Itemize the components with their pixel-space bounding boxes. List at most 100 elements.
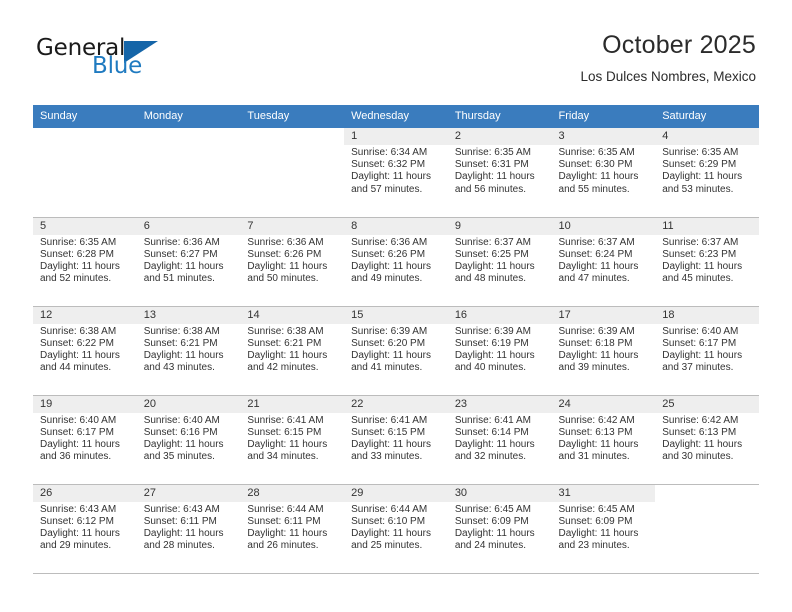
general-blue-logo[interactable]: General Blue <box>36 36 226 84</box>
calendar-day-cell[interactable]: 21 Sunrise: 6:41 AM Sunset: 6:15 PM Dayligh… <box>240 395 345 485</box>
daylight-text-line2: and 36 minutes. <box>40 451 112 463</box>
logo-text-blue: Blue <box>92 53 143 79</box>
calendar-day-cell[interactable]: 9 Sunrise: 6:37 AM Sunset: 6:25 PM Daylight… <box>447 217 552 307</box>
sunset-text: Sunset: 6:13 PM <box>662 426 737 438</box>
sunset-text: Sunset: 6:32 PM <box>351 159 426 171</box>
calendar-day-cell[interactable]: 1 Sunrise: 6:34 AM Sunset: 6:32 PM Daylight… <box>344 128 448 218</box>
day-number: 17 <box>551 306 656 324</box>
calendar-day-cell[interactable]: 18 Sunrise: 6:40 AM Sunset: 6:17 PM Dayligh… <box>655 306 759 396</box>
daylight-text-line1: Daylight: 11 hours <box>454 171 535 183</box>
day-details: Sunrise: 6:35 AM Sunset: 6:31 PM Daylight:… <box>448 145 552 196</box>
daylight-text-line1: Daylight: 11 hours <box>247 260 328 272</box>
calendar-day-cell[interactable]: 26 Sunrise: 6:43 AM Sunset: 6:12 PM Dayligh… <box>33 484 137 574</box>
daylight-text-line1: Daylight: 11 hours <box>662 349 743 361</box>
page-header: General Blue October 2025 Los Dulces Nom… <box>0 0 792 100</box>
weekday-header-friday: Friday <box>551 105 656 128</box>
day-number: 12 <box>33 306 137 324</box>
calendar-day-cell[interactable]: 12 Sunrise: 6:38 AM Sunset: 6:22 PM Dayligh… <box>33 306 137 396</box>
day-cell-inner: 29 Sunrise: 6:44 AM Sunset: 6:10 PM Dayligh… <box>344 484 448 573</box>
day-number: 13 <box>136 306 241 324</box>
sunrise-text: Sunrise: 6:37 AM <box>454 236 531 248</box>
sunrise-text: Sunrise: 6:35 AM <box>558 147 635 158</box>
sunrise-text: Sunrise: 6:41 AM <box>351 414 428 426</box>
calendar-day-cell[interactable]: 8 Sunrise: 6:36 AM Sunset: 6:26 PM Daylight… <box>344 217 448 307</box>
day-cell-inner: 14 Sunrise: 6:38 AM Sunset: 6:21 PM Dayligh… <box>240 306 345 395</box>
calendar-day-cell-empty <box>33 128 137 218</box>
day-number: 15 <box>344 306 448 324</box>
calendar-day-cell[interactable]: 6 Sunrise: 6:36 AM Sunset: 6:27 PM Daylight… <box>136 217 241 307</box>
sunset-text: Sunset: 6:23 PM <box>662 248 737 260</box>
calendar-day-cell[interactable]: 30 Sunrise: 6:45 AM Sunset: 6:09 PM Dayligh… <box>447 484 552 574</box>
calendar-grid: Sunday Monday Tuesday Wednesday Thursday… <box>33 105 759 574</box>
sunrise-text: Sunrise: 6:40 AM <box>143 414 220 426</box>
weekday-header-wednesday: Wednesday <box>344 105 448 128</box>
calendar-day-cell[interactable]: 17 Sunrise: 6:39 AM Sunset: 6:18 PM Dayligh… <box>551 306 656 396</box>
day-details: Sunrise: 6:34 AM Sunset: 6:32 PM Daylight:… <box>344 145 448 196</box>
calendar-day-cell[interactable]: 16 Sunrise: 6:39 AM Sunset: 6:19 PM Dayligh… <box>447 306 552 396</box>
day-number: 18 <box>655 306 759 324</box>
calendar-day-cell[interactable]: 2 Sunrise: 6:35 AM Sunset: 6:31 PM Daylight… <box>447 128 552 218</box>
daylight-text-line1: Daylight: 11 hours <box>454 260 535 272</box>
day-details: Sunrise: 6:37 AM Sunset: 6:25 PM Daylight:… <box>448 235 552 286</box>
calendar-day-cell[interactable]: 24 Sunrise: 6:42 AM Sunset: 6:13 PM Dayligh… <box>551 395 656 485</box>
day-cell-inner: 13 Sunrise: 6:38 AM Sunset: 6:21 PM Dayligh… <box>136 306 241 395</box>
calendar-day-cell[interactable]: 15 Sunrise: 6:39 AM Sunset: 6:20 PM Dayligh… <box>344 306 448 396</box>
day-details: Sunrise: 6:39 AM Sunset: 6:18 PM Daylight:… <box>552 324 656 375</box>
day-number: 11 <box>655 217 759 235</box>
day-details: Sunrise: 6:41 AM Sunset: 6:15 PM Daylight:… <box>344 413 448 464</box>
day-cell-inner: 16 Sunrise: 6:39 AM Sunset: 6:19 PM Dayligh… <box>447 306 552 395</box>
day-cell-inner: 2 Sunrise: 6:35 AM Sunset: 6:31 PM Daylight… <box>447 128 552 217</box>
calendar-day-cell[interactable]: 3 Sunrise: 6:35 AM Sunset: 6:30 PM Daylight… <box>551 128 656 218</box>
sunset-text: Sunset: 6:21 PM <box>143 337 218 349</box>
calendar-day-cell[interactable]: 14 Sunrise: 6:38 AM Sunset: 6:21 PM Dayligh… <box>240 306 345 396</box>
sunrise-text: Sunrise: 6:39 AM <box>351 325 428 337</box>
sunset-text: Sunset: 6:19 PM <box>454 337 529 349</box>
sunset-text: Sunset: 6:17 PM <box>40 426 114 438</box>
day-number: 19 <box>33 395 137 413</box>
calendar-day-cell[interactable]: 20 Sunrise: 6:40 AM Sunset: 6:16 PM Dayligh… <box>136 395 241 485</box>
calendar-day-cell[interactable]: 4 Sunrise: 6:35 AM Sunset: 6:29 PM Daylight… <box>655 128 759 218</box>
calendar-day-cell[interactable]: 13 Sunrise: 6:38 AM Sunset: 6:21 PM Dayligh… <box>136 306 241 396</box>
calendar-day-cell[interactable]: 7 Sunrise: 6:36 AM Sunset: 6:26 PM Daylight… <box>240 217 345 307</box>
calendar-day-cell[interactable]: 29 Sunrise: 6:44 AM Sunset: 6:10 PM Dayligh… <box>344 484 448 574</box>
calendar-day-cell[interactable]: 10 Sunrise: 6:37 AM Sunset: 6:24 PM Dayligh… <box>551 217 656 307</box>
calendar-day-cell[interactable]: 31 Sunrise: 6:45 AM Sunset: 6:09 PM Dayligh… <box>551 484 656 574</box>
day-number: 22 <box>344 395 448 413</box>
calendar-day-cell[interactable]: 23 Sunrise: 6:41 AM Sunset: 6:14 PM Dayligh… <box>447 395 552 485</box>
day-number: 7 <box>240 217 345 235</box>
calendar-week-row: 19 Sunrise: 6:40 AM Sunset: 6:17 PM Dayligh… <box>33 395 759 485</box>
weekday-header-thursday: Thursday <box>447 105 552 128</box>
day-details: Sunrise: 6:41 AM Sunset: 6:14 PM Daylight:… <box>448 413 552 464</box>
sunrise-text: Sunrise: 6:35 AM <box>40 236 117 248</box>
day-cell-inner: 24 Sunrise: 6:42 AM Sunset: 6:13 PM Dayligh… <box>551 395 656 484</box>
day-details: Sunrise: 6:38 AM Sunset: 6:22 PM Daylight:… <box>33 324 137 375</box>
sunset-text: Sunset: 6:28 PM <box>40 248 114 260</box>
day-cell-inner: 15 Sunrise: 6:39 AM Sunset: 6:20 PM Dayligh… <box>344 306 448 395</box>
calendar-day-cell[interactable]: 11 Sunrise: 6:37 AM Sunset: 6:23 PM Dayligh… <box>655 217 759 307</box>
sunset-text: Sunset: 6:26 PM <box>247 248 322 260</box>
sunrise-text: Sunrise: 6:36 AM <box>351 236 428 248</box>
sunrise-text: Sunrise: 6:40 AM <box>40 414 117 426</box>
daylight-text-line1: Daylight: 11 hours <box>247 438 328 450</box>
calendar-day-cell-empty <box>240 128 345 218</box>
sunrise-text: Sunrise: 6:45 AM <box>454 503 531 515</box>
daylight-text-line1: Daylight: 11 hours <box>143 349 224 361</box>
calendar-day-cell[interactable]: 19 Sunrise: 6:40 AM Sunset: 6:17 PM Dayligh… <box>33 395 137 485</box>
calendar-day-cell[interactable]: 5 Sunrise: 6:35 AM Sunset: 6:28 PM Daylight… <box>33 217 137 307</box>
day-cell-inner: 7 Sunrise: 6:36 AM Sunset: 6:26 PM Daylight… <box>240 217 345 306</box>
title-block: October 2025 Los Dulces Nombres, Mexico <box>580 28 756 88</box>
calendar-day-cell[interactable]: 27 Sunrise: 6:43 AM Sunset: 6:11 PM Dayligh… <box>136 484 241 574</box>
day-details: Sunrise: 6:35 AM Sunset: 6:28 PM Daylight:… <box>33 235 137 286</box>
day-number: 2 <box>447 128 552 145</box>
day-details: Sunrise: 6:45 AM Sunset: 6:09 PM Daylight:… <box>552 502 656 553</box>
sunset-text: Sunset: 6:09 PM <box>558 515 633 527</box>
day-cell-inner: 26 Sunrise: 6:43 AM Sunset: 6:12 PM Dayligh… <box>33 484 137 573</box>
calendar-day-cell[interactable]: 22 Sunrise: 6:41 AM Sunset: 6:15 PM Dayligh… <box>344 395 448 485</box>
day-number: 24 <box>551 395 656 413</box>
day-cell-inner: 9 Sunrise: 6:37 AM Sunset: 6:25 PM Daylight… <box>447 217 552 306</box>
sunrise-text: Sunrise: 6:37 AM <box>558 236 635 248</box>
day-cell-inner: 4 Sunrise: 6:35 AM Sunset: 6:29 PM Daylight… <box>655 128 759 217</box>
daylight-text-line1: Daylight: 11 hours <box>351 349 431 361</box>
calendar-day-cell[interactable]: 28 Sunrise: 6:44 AM Sunset: 6:11 PM Dayligh… <box>240 484 345 574</box>
calendar-day-cell[interactable]: 25 Sunrise: 6:42 AM Sunset: 6:13 PM Dayligh… <box>655 395 759 485</box>
